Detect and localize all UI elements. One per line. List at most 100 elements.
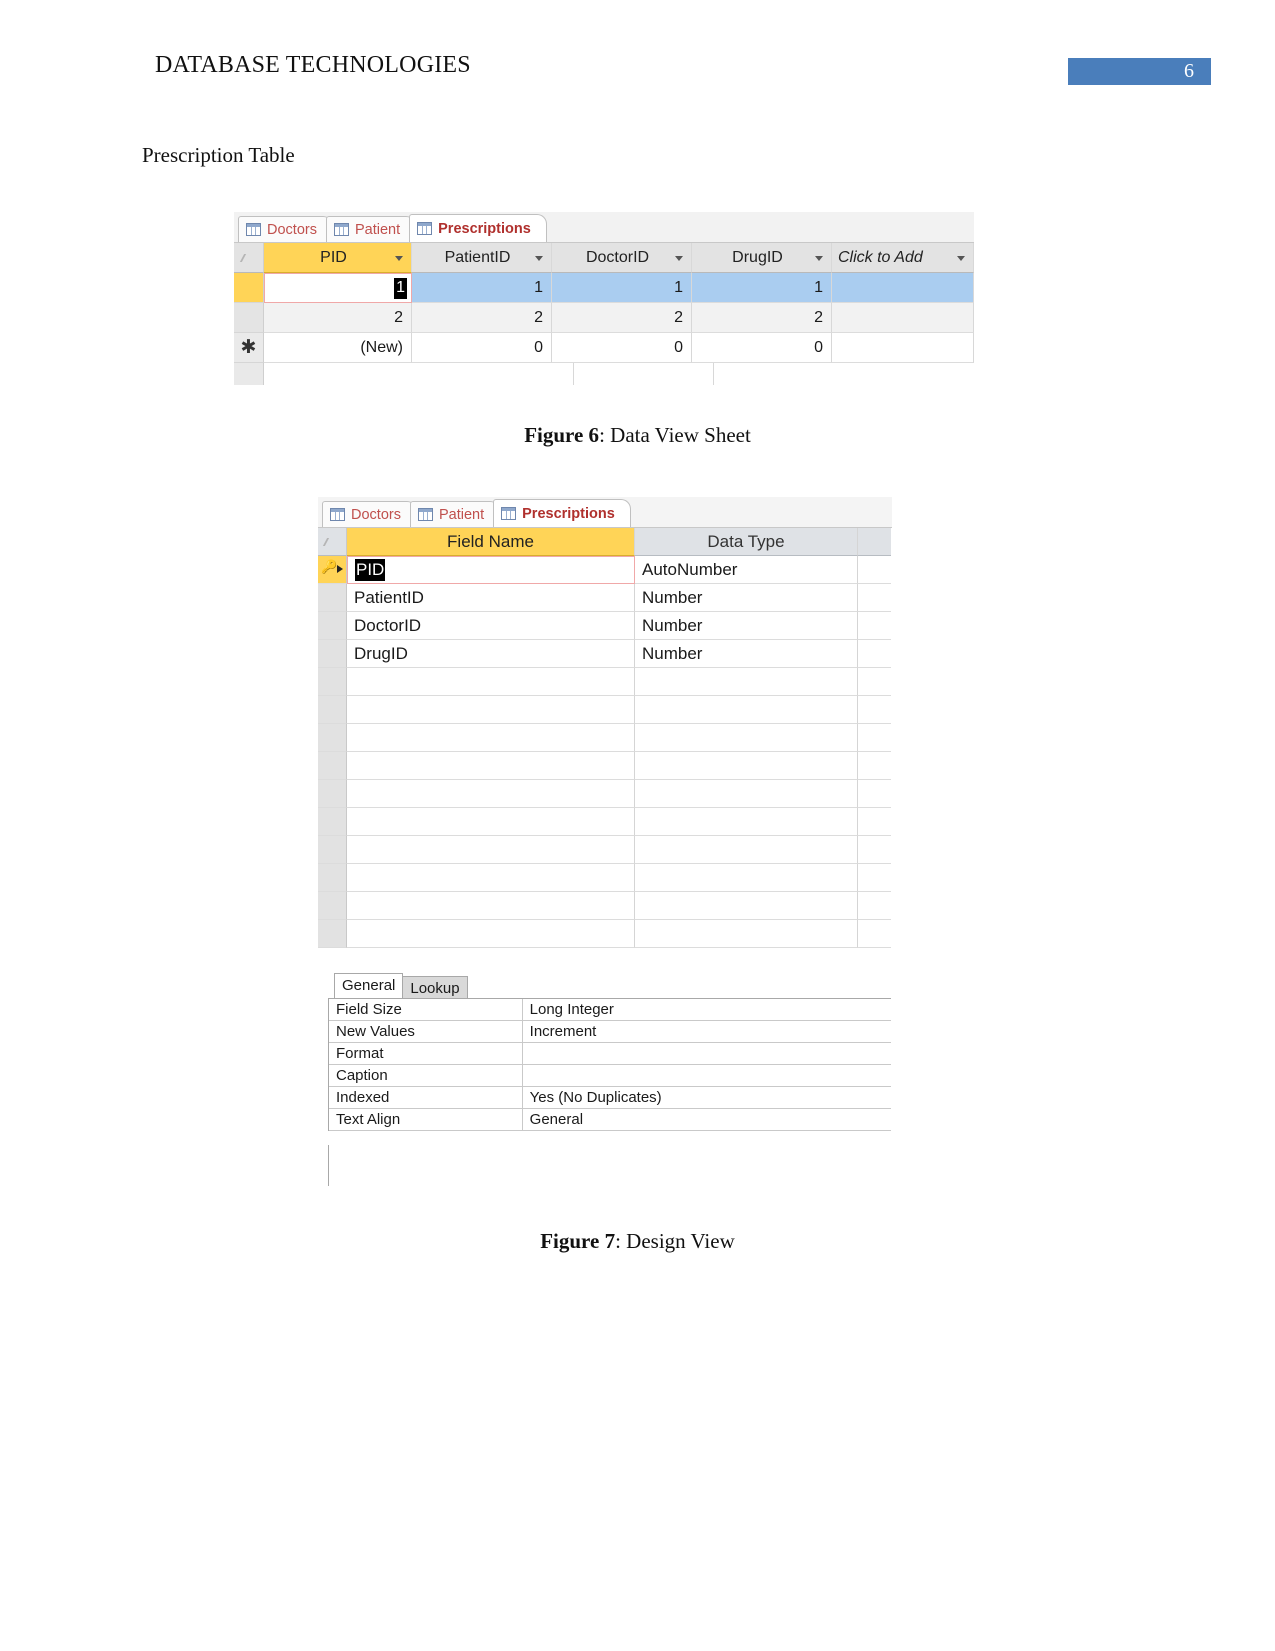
tab-general[interactable]: General	[334, 973, 404, 998]
cell-data-type[interactable]: Number	[635, 640, 858, 668]
chevron-down-icon[interactable]	[535, 255, 543, 261]
tab-patient[interactable]: Patient	[409, 501, 501, 527]
table-row[interactable]: 1 1 1 1	[234, 273, 974, 303]
row-selector[interactable]	[318, 836, 347, 864]
cell-field-name[interactable]	[347, 892, 635, 920]
row-selector[interactable]	[318, 892, 347, 920]
cell-field-name[interactable]	[347, 836, 635, 864]
cell-field-name[interactable]	[347, 808, 635, 836]
design-empty-row[interactable]	[318, 752, 892, 780]
cell-description[interactable]	[858, 724, 891, 752]
design-empty-row[interactable]	[318, 724, 892, 752]
cell-field-name[interactable]	[347, 724, 635, 752]
row-selector[interactable]	[318, 808, 347, 836]
row-selector-primary-key[interactable]: 🔑	[318, 556, 347, 584]
cell-pid[interactable]: (New)	[264, 333, 412, 363]
property-value[interactable]: General	[522, 1109, 891, 1131]
cell-doctorid[interactable]: 2	[552, 303, 692, 333]
column-header-description[interactable]	[858, 528, 891, 556]
cell-description[interactable]	[858, 780, 891, 808]
chevron-down-icon[interactable]	[957, 255, 965, 261]
cell-data-type[interactable]	[635, 836, 858, 864]
property-value[interactable]: Increment	[522, 1021, 891, 1043]
property-row[interactable]: Text Align General	[329, 1109, 891, 1131]
cell-description[interactable]	[858, 556, 891, 584]
row-selector[interactable]	[318, 668, 347, 696]
cell-field-name[interactable]	[347, 668, 635, 696]
row-selector[interactable]	[318, 584, 347, 612]
cell-data-type[interactable]	[635, 780, 858, 808]
column-header-data-type[interactable]: Data Type	[635, 528, 858, 556]
row-selector[interactable]	[318, 724, 347, 752]
row-selector[interactable]	[234, 303, 264, 333]
cell-data-type[interactable]	[635, 808, 858, 836]
cell-field-name[interactable]	[347, 864, 635, 892]
property-value[interactable]	[522, 1065, 891, 1087]
cell-field-name[interactable]	[347, 780, 635, 808]
cell-description[interactable]	[858, 668, 891, 696]
chevron-down-icon[interactable]	[395, 255, 403, 261]
cell-patientid[interactable]: 1	[412, 273, 552, 303]
cell-patientid[interactable]: 0	[412, 333, 552, 363]
column-header-patientid[interactable]: PatientID	[412, 243, 552, 273]
row-selector[interactable]	[318, 864, 347, 892]
tab-lookup[interactable]: Lookup	[402, 976, 468, 998]
design-empty-row[interactable]	[318, 696, 892, 724]
cell-description[interactable]	[858, 836, 891, 864]
cell-description[interactable]	[858, 920, 891, 948]
column-header-click-to-add[interactable]: Click to Add	[832, 243, 974, 273]
cell-patientid[interactable]: 2	[412, 303, 552, 333]
design-empty-row[interactable]	[318, 836, 892, 864]
row-selector[interactable]	[318, 612, 347, 640]
cell-drugid[interactable]: 0	[692, 333, 832, 363]
cell-data-type[interactable]: AutoNumber	[635, 556, 858, 584]
cell-data-type[interactable]	[635, 668, 858, 696]
property-row[interactable]: New Values Increment	[329, 1021, 891, 1043]
tab-patient[interactable]: Patient	[325, 216, 417, 242]
cell-click-to-add[interactable]	[832, 273, 974, 303]
row-selector[interactable]	[318, 640, 347, 668]
cell-pid[interactable]: 2	[264, 303, 412, 333]
new-record-icon[interactable]: ✱	[234, 333, 264, 363]
cell-description[interactable]	[858, 892, 891, 920]
column-header-drugid[interactable]: DrugID	[692, 243, 832, 273]
cell-description[interactable]	[858, 752, 891, 780]
chevron-down-icon[interactable]	[815, 255, 823, 261]
design-field-row[interactable]: 🔑 PID AutoNumber	[318, 556, 892, 584]
cell-field-name[interactable]	[347, 920, 635, 948]
property-value[interactable]: Long Integer	[522, 999, 891, 1021]
cell-description[interactable]	[858, 696, 891, 724]
design-field-row[interactable]: PatientID Number	[318, 584, 892, 612]
new-record-row[interactable]: ✱ (New) 0 0 0	[234, 333, 974, 363]
design-empty-row[interactable]	[318, 808, 892, 836]
property-row[interactable]: Field Size Long Integer	[329, 999, 891, 1021]
cell-field-name[interactable]: DoctorID	[347, 612, 635, 640]
row-selector[interactable]	[318, 920, 347, 948]
cell-description[interactable]	[858, 808, 891, 836]
cell-description[interactable]	[858, 864, 891, 892]
cell-field-name[interactable]: DrugID	[347, 640, 635, 668]
table-row[interactable]: 2 2 2 2	[234, 303, 974, 333]
cell-doctorid[interactable]: 1	[552, 273, 692, 303]
cell-drugid[interactable]: 1	[692, 273, 832, 303]
column-header-doctorid[interactable]: DoctorID	[552, 243, 692, 273]
cell-description[interactable]	[858, 584, 891, 612]
property-row[interactable]: Indexed Yes (No Duplicates)	[329, 1087, 891, 1109]
row-selector[interactable]	[234, 273, 264, 303]
design-empty-row[interactable]	[318, 892, 892, 920]
design-empty-row[interactable]	[318, 780, 892, 808]
cell-data-type[interactable]	[635, 892, 858, 920]
select-all-corner[interactable]	[234, 243, 264, 273]
tab-prescriptions[interactable]: Prescriptions	[409, 214, 547, 242]
design-empty-row[interactable]	[318, 668, 892, 696]
cell-data-type[interactable]	[635, 724, 858, 752]
cell-doctorid[interactable]: 0	[552, 333, 692, 363]
design-empty-row[interactable]	[318, 920, 892, 948]
tab-prescriptions[interactable]: Prescriptions	[493, 499, 631, 527]
column-header-pid[interactable]: PID	[264, 243, 412, 273]
design-field-row[interactable]: DoctorID Number	[318, 612, 892, 640]
select-all-corner[interactable]	[318, 528, 347, 556]
tab-doctors[interactable]: Doctors	[238, 216, 333, 242]
cell-data-type[interactable]	[635, 752, 858, 780]
cell-field-name[interactable]	[347, 696, 635, 724]
